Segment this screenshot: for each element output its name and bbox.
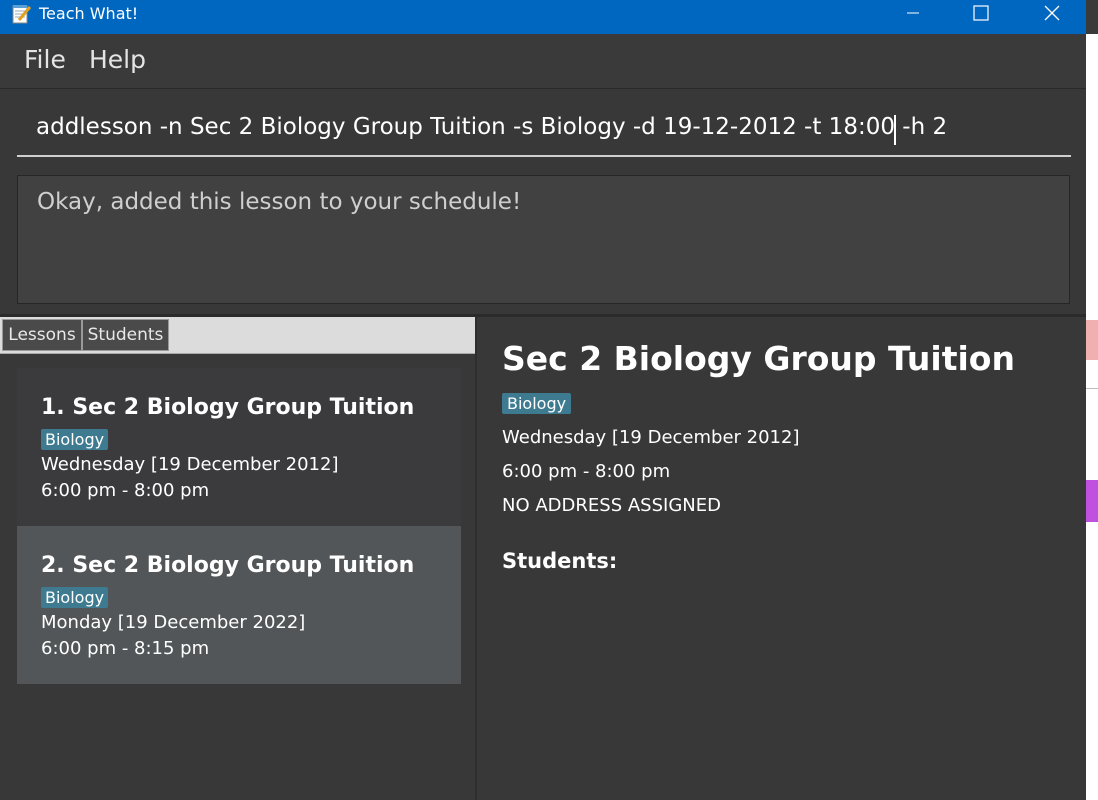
background-block-purple [1086,480,1098,522]
tab-lessons-label: Lessons [8,325,76,345]
menu-bar: File Help [0,34,1086,89]
subject-tag: Biology [41,429,109,450]
subject-tag: Biology [41,587,109,608]
maximize-icon[interactable] [958,0,1004,26]
lesson-title: 2. Sec 2 Biology Group Tuition [41,553,415,578]
tab-lessons[interactable]: Lessons [2,319,82,351]
detail-subject-tag: Biology [502,393,572,414]
tab-students[interactable]: Students [82,319,169,351]
command-box [17,99,1071,157]
result-message: Okay, added this lesson to your schedule… [37,189,522,215]
lesson-title: 1. Sec 2 Biology Group Tuition [41,395,415,420]
background-titlebar [1086,0,1098,34]
text-caret [894,115,896,145]
lesson-date: Wednesday [19 December 2012] [41,454,339,475]
result-display: Okay, added this lesson to your schedule… [17,175,1070,304]
detail-title: Sec 2 Biology Group Tuition [502,339,1015,378]
detail-time: 6:00 pm - 8:00 pm [502,461,671,482]
lesson-date: Monday [19 December 2022] [41,612,306,633]
tab-students-label: Students [87,325,164,345]
menu-file[interactable]: File [24,45,66,74]
menu-help[interactable]: Help [89,45,146,74]
tab-bar: Lessons Students [0,317,475,354]
detail-pane: Sec 2 Biology Group Tuition Biology Wedn… [477,317,1086,800]
background-rule [1086,388,1098,389]
minimize-icon[interactable] [890,0,936,26]
notepad-app-icon [10,3,32,25]
list-item[interactable]: 1. Sec 2 Biology Group Tuition Biology W… [17,368,461,526]
command-input[interactable] [17,99,1071,155]
lesson-time: 6:00 pm - 8:00 pm [41,480,210,501]
background-block-red [1086,320,1098,360]
app-window: Teach What! File Help Okay, added this l… [0,0,1086,800]
detail-address: NO ADDRESS ASSIGNED [502,495,721,516]
background-window [1086,0,1098,800]
list-pane: Lessons Students 1. Sec 2 Biology Group … [0,317,475,800]
detail-date: Wednesday [19 December 2012] [502,427,800,448]
lesson-time: 6:00 pm - 8:15 pm [41,638,210,659]
list-item[interactable]: 2. Sec 2 Biology Group Tuition Biology M… [17,526,461,684]
students-heading: Students: [502,549,618,573]
window-title: Teach What! [39,4,139,23]
title-bar[interactable]: Teach What! [0,0,1086,34]
close-icon[interactable] [1029,0,1075,26]
